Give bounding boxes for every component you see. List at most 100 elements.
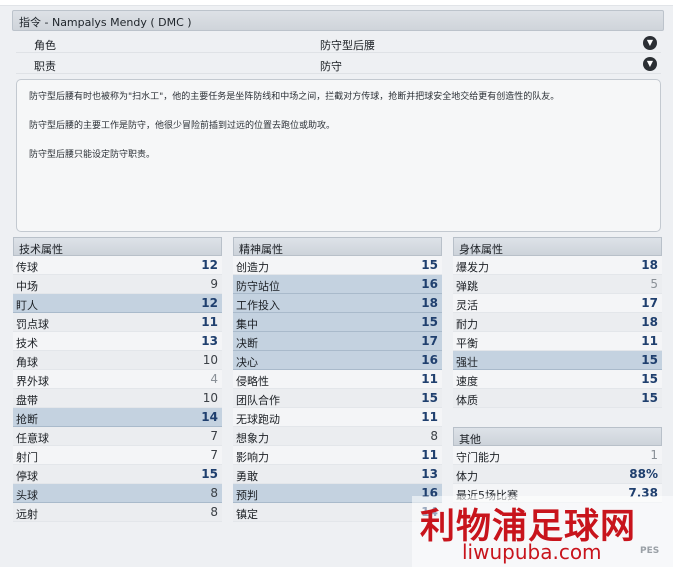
attribute-row: 想象力 8 [233, 427, 442, 446]
duty-dropdown-icon[interactable]: ▼ [643, 57, 657, 71]
attribute-value: 10 [202, 353, 218, 367]
attribute-value: 18 [641, 258, 658, 272]
attribute-row: 爆发力 18 [453, 256, 662, 275]
attribute-name: 决心 [236, 356, 258, 369]
attribute-name: 工作投入 [236, 299, 280, 312]
attribute-row: 罚点球 11 [13, 313, 222, 332]
attribute-value: 11 [641, 334, 658, 348]
attribute-name: 想象力 [236, 432, 269, 445]
technical-header: 技术属性 [13, 237, 222, 256]
attribute-value: 11 [421, 448, 438, 462]
attribute-row: 影响力 11 [233, 446, 442, 465]
attribute-name: 爆发力 [456, 261, 489, 274]
attribute-name: 团队合作 [236, 394, 280, 407]
attribute-row: 界外球 4 [13, 370, 222, 389]
attribute-name: 盯人 [16, 299, 38, 312]
attribute-row: 中场 9 [13, 275, 222, 294]
description-paragraph: 防守型后腰只能设定防守职责。 [29, 150, 156, 160]
attribute-name: 体力 [456, 470, 478, 483]
attribute-name: 罚点球 [16, 318, 49, 331]
attribute-value: 1 [650, 448, 658, 462]
attribute-row: 速度 15 [453, 370, 662, 389]
attribute-row: 任意球 7 [13, 427, 222, 446]
attribute-row: 传球 12 [13, 256, 222, 275]
attribute-row: 决心 16 [233, 351, 442, 370]
attribute-value: 11 [201, 315, 218, 329]
mental-attributes-panel: 精神属性 创造力 15 防守站位 16 工作投入 18 集中 15 决断 17 决心 16 侵略性 11 团… [233, 237, 442, 522]
attribute-value: 15 [421, 391, 438, 405]
duty-row[interactable]: 职责 防守 ▼ [16, 55, 661, 74]
attribute-row: 创造力 15 [233, 256, 442, 275]
attribute-value: 16 [421, 277, 438, 291]
attribute-row: 团队合作 15 [233, 389, 442, 408]
watermark-url: liwupuba.com [462, 540, 602, 564]
attribute-row: 远射 8 [13, 503, 222, 522]
attribute-row: 停球 15 [13, 465, 222, 484]
attribute-row: 灵活 17 [453, 294, 662, 313]
attribute-name: 耐力 [456, 318, 478, 331]
attribute-value: 15 [421, 315, 438, 329]
attribute-name: 速度 [456, 375, 478, 388]
attribute-name: 勇敢 [236, 470, 258, 483]
attribute-value: 15 [421, 258, 438, 272]
attribute-row: 强壮 15 [453, 351, 662, 370]
attribute-value: 13 [201, 334, 218, 348]
attribute-value: 18 [421, 296, 438, 310]
attribute-value: 8 [430, 429, 438, 443]
attribute-value: 7 [210, 429, 218, 443]
attribute-value: 8 [210, 486, 218, 500]
role-label: 角色 [34, 39, 56, 52]
top-strip [0, 0, 673, 6]
attribute-name: 体质 [456, 394, 478, 407]
attribute-name: 灵活 [456, 299, 478, 312]
attribute-value: 8 [210, 505, 218, 519]
attribute-row: 集中 15 [233, 313, 442, 332]
attribute-value: 88% [629, 467, 658, 481]
duty-label: 职责 [34, 60, 56, 73]
attribute-row: 体质 15 [453, 389, 662, 408]
attribute-value: 11 [421, 372, 438, 386]
attribute-row: 体力 88% [453, 465, 662, 484]
duty-value[interactable]: 防守 [320, 58, 342, 74]
attribute-name: 强壮 [456, 356, 478, 369]
attribute-name: 预判 [236, 489, 258, 502]
attribute-name: 影响力 [236, 451, 269, 464]
attribute-value: 15 [201, 467, 218, 481]
attribute-name: 传球 [16, 261, 38, 274]
instructions-title: 指令 - Nampalys Mendy ( DMC ) [19, 16, 192, 29]
attribute-row: 技术 13 [13, 332, 222, 351]
role-row[interactable]: 角色 防守型后腰 ▼ [16, 34, 661, 53]
attribute-name: 盘带 [16, 394, 38, 407]
description-paragraph: 防守型后腰有时也被称为"扫水工"，他的主要任务是坐阵防线和中场之间，拦截对方传球… [29, 92, 560, 102]
attribute-row: 工作投入 18 [233, 294, 442, 313]
attribute-value: 17 [641, 296, 658, 310]
attribute-name: 创造力 [236, 261, 269, 274]
attribute-value: 12 [201, 296, 218, 310]
attribute-name: 守门能力 [456, 451, 500, 464]
attribute-row: 勇敢 13 [233, 465, 442, 484]
attribute-row: 头球 8 [13, 484, 222, 503]
attribute-row: 盘带 10 [13, 389, 222, 408]
role-value[interactable]: 防守型后腰 [320, 37, 375, 53]
attribute-row: 镇定14 [233, 503, 442, 522]
attribute-name: 射门 [16, 451, 38, 464]
role-dropdown-icon[interactable]: ▼ [643, 36, 657, 50]
attribute-row: 防守站位 16 [233, 275, 442, 294]
attribute-value: 13 [421, 467, 438, 481]
attribute-name: 头球 [16, 489, 38, 502]
attribute-value: 12 [201, 258, 218, 272]
attribute-name: 远射 [16, 508, 38, 521]
attribute-row: 平衡 11 [453, 332, 662, 351]
attribute-name: 侵略性 [236, 375, 269, 388]
attribute-name: 镇定 [236, 508, 258, 521]
attribute-value: 10 [202, 391, 218, 405]
instructions-title-bar: 指令 - Nampalys Mendy ( DMC ) [12, 10, 664, 31]
attribute-name: 任意球 [16, 432, 49, 445]
attribute-value: 4 [210, 372, 218, 386]
attribute-value: 9 [210, 277, 218, 291]
attribute-value: 15 [641, 353, 658, 367]
other-attributes-panel: 其他 守门能力1体力88%最近5场比赛7.38 [453, 427, 662, 503]
attribute-name: 抢断 [16, 413, 38, 426]
attribute-value: 7 [210, 448, 218, 462]
attribute-name: 停球 [16, 470, 38, 483]
